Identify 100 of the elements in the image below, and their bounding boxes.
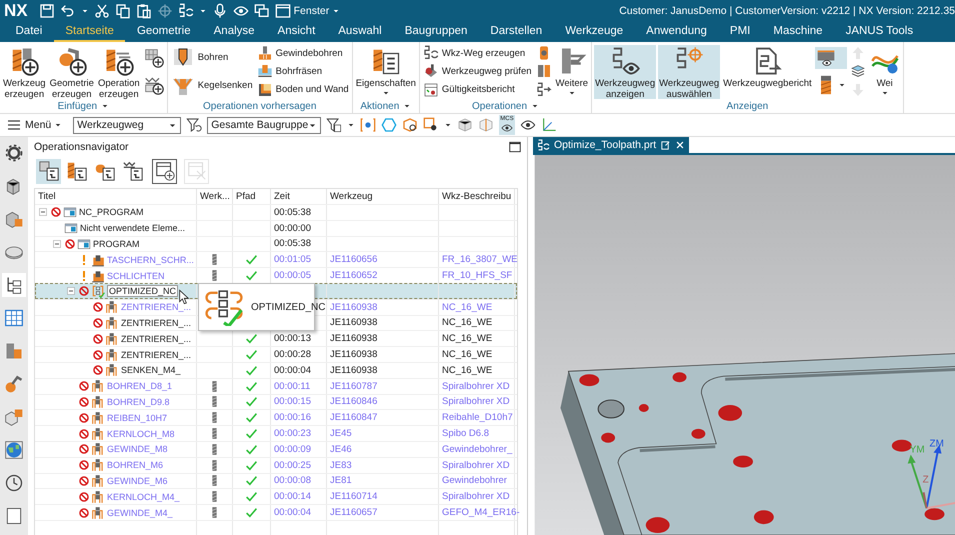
column-header[interactable]: Werkzeug bbox=[327, 189, 439, 204]
menu-tab[interactable]: JANUS Tools bbox=[834, 22, 925, 42]
menu-tab[interactable]: Maschine bbox=[762, 22, 834, 42]
resource-tab[interactable] bbox=[2, 273, 26, 297]
description-cell: FR_16_3807_WE bbox=[442, 254, 518, 266]
axis-label: YM bbox=[910, 444, 925, 456]
view-button[interactable] bbox=[152, 158, 177, 184]
ribbon-button[interactable]: Bohren bbox=[170, 46, 254, 70]
axes-icon bbox=[540, 117, 557, 133]
cube-cut-icon bbox=[478, 117, 494, 133]
check-icon bbox=[245, 332, 258, 346]
ribbon-button[interactable]: Gewindebohren bbox=[256, 45, 350, 62]
table-row[interactable]: GEWINDE_M8 00:00:09 JE46 Gewindebohrer_ bbox=[35, 440, 517, 457]
column-header[interactable]: Titel bbox=[35, 189, 197, 204]
prohibited-icon bbox=[78, 474, 90, 487]
caret-icon bbox=[531, 102, 540, 110]
table-row[interactable]: KERNLOCH_M8 00:00:23 JE45 Spibo D6.8 bbox=[35, 425, 517, 441]
ribbon-button[interactable]: Boden und Wand bbox=[256, 82, 350, 98]
type-filter-select[interactable]: Werkzeugweg bbox=[73, 116, 182, 134]
menu-tab[interactable]: PMI bbox=[718, 22, 762, 42]
ribbon-button[interactable]: Operation erzeugen bbox=[96, 44, 141, 98]
tooltip-text: OPTIMIZED_NC bbox=[251, 302, 326, 312]
prohibited-icon bbox=[78, 285, 90, 298]
time-cell: 00:00:15 bbox=[274, 396, 311, 408]
check-icon bbox=[245, 395, 258, 408]
table-row[interactable]: PROGRAM 00:05:38 bbox=[35, 236, 517, 252]
tree-item-label: SCHLICHTEN bbox=[107, 270, 165, 281]
collapse-icon bbox=[65, 285, 77, 298]
menu-tab[interactable]: Geometrie bbox=[125, 22, 202, 42]
ribbon-button[interactable]: Geometrie erzeugen bbox=[48, 44, 95, 98]
operation-icon bbox=[105, 300, 119, 314]
ribbon-button[interactable]: Werkzeugwegbericht bbox=[722, 44, 813, 98]
menu-tab[interactable]: Darstellen bbox=[478, 22, 554, 42]
tree-item-label: BOHREN_M6 bbox=[107, 460, 164, 470]
menu-tab[interactable]: Auswahl bbox=[326, 22, 394, 42]
page-icon bbox=[4, 506, 24, 526]
ribbon-button[interactable]: Bohrfräsen bbox=[256, 63, 350, 80]
operation-icon bbox=[91, 506, 105, 520]
table-row[interactable]: BOHREN_D8_1 00:00:11 JE1160787 Spiralbohrer XD bbox=[35, 378, 517, 394]
menu-tab[interactable]: Analyse bbox=[202, 22, 266, 42]
prohibited-icon bbox=[64, 238, 76, 250]
icon-button[interactable] bbox=[534, 80, 553, 99]
menu-tab[interactable]: Datei bbox=[4, 22, 54, 42]
hexagon-icon bbox=[381, 117, 398, 133]
ribbon-button[interactable]: Weitere bbox=[554, 44, 590, 98]
ribbon-button[interactable]: Werkzeugweg anzeigen bbox=[594, 44, 656, 98]
window-menu[interactable]: Fenster bbox=[274, 3, 340, 19]
menu-tab[interactable]: Baugruppen bbox=[393, 22, 479, 42]
description-cell: Spiralbohrer XD bbox=[442, 491, 510, 502]
snap-icon bbox=[360, 117, 376, 133]
scope-select[interactable]: Gesamte Baugruppe bbox=[207, 116, 322, 134]
ribbon-button[interactable]: Wkz-Weg erzeugen bbox=[422, 45, 533, 62]
ribbon-button[interactable]: Wei bbox=[868, 44, 901, 98]
tree-item-label: BOHREN_D9.8 bbox=[107, 396, 170, 407]
table-row[interactable]: NC_PROGRAM 00:05:38 bbox=[35, 204, 517, 220]
menu-tab[interactable]: Startseite bbox=[54, 22, 126, 42]
tool-cell: JE46 bbox=[330, 444, 352, 455]
menu-tab[interactable]: Werkzeuge bbox=[554, 22, 635, 42]
ribbon-button[interactable]: Werkzeug erzeugen bbox=[2, 44, 47, 98]
icon-button[interactable] bbox=[142, 46, 165, 69]
copy-icon bbox=[114, 3, 131, 19]
table-row[interactable]: BOHREN_M6 00:00:25 JE83 Spiralbohrer XD bbox=[35, 456, 517, 473]
table-row[interactable]: Nicht verwendete Eleme... 00:00:00 bbox=[35, 220, 517, 236]
ribbon-button[interactable]: Kegelsenken bbox=[170, 73, 254, 98]
folder-icon bbox=[63, 205, 77, 220]
description-cell: Reibahle_D10h7 bbox=[442, 412, 513, 424]
scissors-icon bbox=[94, 3, 110, 19]
column-header[interactable]: Zeit bbox=[271, 189, 327, 204]
undo-icon bbox=[60, 3, 76, 19]
ribbon-button[interactable]: Werkzeugweg prüfen bbox=[422, 63, 533, 80]
icon-button[interactable] bbox=[814, 46, 847, 69]
table-row[interactable]: SENKEN_M4_ 00:00:04 JE1160938 NC_16_WE bbox=[35, 362, 517, 378]
table-row[interactable]: ZENTRIEREN_... 00:00:28 JE1160938 NC_16_WE bbox=[35, 346, 517, 362]
folder-icon bbox=[77, 236, 91, 251]
caret-icon bbox=[101, 102, 110, 110]
tree-item-label: ZENTRIEREN_... bbox=[121, 350, 192, 360]
table-row[interactable]: REIBEN_10H7 00:00:16 JE1160847 Reibahle_D10h7 bbox=[35, 409, 517, 426]
table-row[interactable]: TASCHERN_SCHR... 00:01:05 JE1160656 FR_16_3807_WE bbox=[35, 251, 517, 268]
version-info: Customer: JanusDemo | CustomerVersion: v2212 | NX Version: 2212.35 bbox=[619, 5, 955, 17]
ribbon-button[interactable]: Werkzeugweg auswählen bbox=[658, 44, 720, 98]
menu-tab[interactable]: Ansicht bbox=[266, 22, 327, 42]
prohibited-icon bbox=[78, 380, 90, 392]
window-icon bbox=[274, 3, 291, 19]
time-cell: 00:00:05 bbox=[274, 270, 311, 282]
table-row[interactable]: GEWINDE_M6 00:00:08 JE81 Gewindebohrer bbox=[35, 472, 517, 488]
view-button[interactable] bbox=[36, 158, 61, 184]
column-header[interactable]: Wkz-Beschreibu bbox=[439, 189, 515, 204]
table-row[interactable]: BOHREN_D9.8 00:00:15 JE1160846 Spiralbohrer XD bbox=[35, 394, 517, 410]
table-row[interactable]: KERNLOCH_M4_ 00:00:14 JE1160714 Spiralbohrer XD bbox=[35, 488, 517, 504]
time-cell: 00:00:28 bbox=[274, 349, 311, 360]
time-cell: 00:00:09 bbox=[274, 444, 311, 455]
table-row[interactable]: GEWINDE_M4_ 00:00:04 JE1160657 GEFO_M4_ER16- bbox=[35, 504, 517, 520]
menu-button[interactable]: Menü bbox=[6, 117, 62, 133]
ribbon-button[interactable]: Gültigkeitsbericht bbox=[422, 82, 533, 98]
column-header[interactable]: Pfad bbox=[233, 189, 271, 204]
tree-item-label: REIBEN_10H7 bbox=[107, 412, 168, 423]
ribbon-button[interactable]: Eigenschaften bbox=[354, 44, 417, 98]
document-tab[interactable]: Optimize_Toolpath.prt bbox=[533, 137, 690, 153]
column-header[interactable]: Werk... bbox=[197, 189, 233, 204]
menu-tab[interactable]: Anwendung bbox=[634, 22, 718, 42]
